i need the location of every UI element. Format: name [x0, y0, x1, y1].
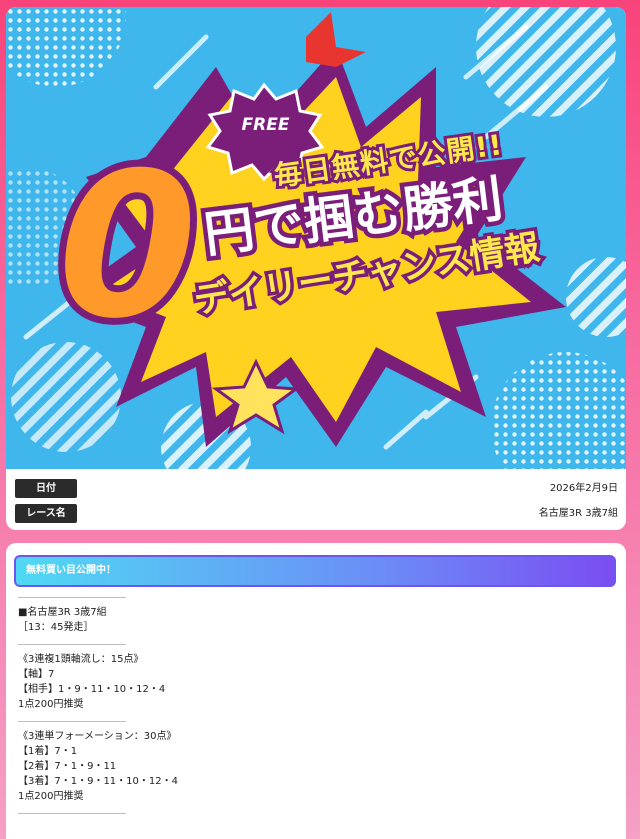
race-title: ■名古屋3R 3歳7組	[18, 607, 107, 618]
free-badge-text: FREE	[241, 115, 290, 135]
bet2-stake: 1点200円推奨	[18, 791, 84, 802]
free-picks-header: 無料買い目公開中！	[14, 555, 616, 587]
race-name-value: 名古屋3R 3歳7組	[538, 508, 618, 519]
race-name-row: レース名 名古屋3R 3歳7組	[15, 504, 618, 524]
divider	[18, 644, 126, 645]
start-time: ［13：45発走］	[18, 622, 94, 633]
bet2-first: 【1着】7・1	[18, 746, 78, 757]
free-picks-content: ■名古屋3R 3歳7組 ［13：45発走］ 《3連複1頭軸流し：15点》 【軸】…	[18, 597, 608, 821]
bet1-axis: 【軸】7	[18, 669, 55, 680]
bet2-type: 《3連単フォーメーション：30点》	[18, 731, 177, 742]
bet1-type: 《3連複1頭軸流し：15点》	[18, 654, 144, 665]
headline-zero: 0	[51, 130, 204, 363]
free-picks-card: 無料買い目公開中！ ■名古屋3R 3歳7組 ［13：45発走］ 《3連複1頭軸流…	[6, 543, 626, 839]
date-value: 2026年2月9日	[549, 483, 618, 494]
divider	[18, 721, 126, 722]
bet1-partners: 【相手】1・9・11・10・12・4	[18, 684, 166, 695]
race-name-label: レース名	[15, 504, 77, 523]
bet2-third: 【3着】7・1・9・11・10・12・4	[18, 776, 178, 787]
bet2-second: 【2着】7・1・9・11	[18, 761, 117, 772]
date-row: 日付 2026年2月9日	[15, 479, 618, 499]
race-info-card: FREE 毎日無料で公開!! 0 円で掴む勝利 デイリーチャンス情報 日付 20…	[6, 7, 626, 530]
date-label: 日付	[15, 479, 77, 498]
bet1-stake: 1点200円推奨	[18, 699, 84, 710]
promo-banner: FREE 毎日無料で公開!! 0 円で掴む勝利 デイリーチャンス情報	[6, 7, 626, 469]
divider	[18, 813, 126, 814]
divider	[18, 597, 126, 598]
